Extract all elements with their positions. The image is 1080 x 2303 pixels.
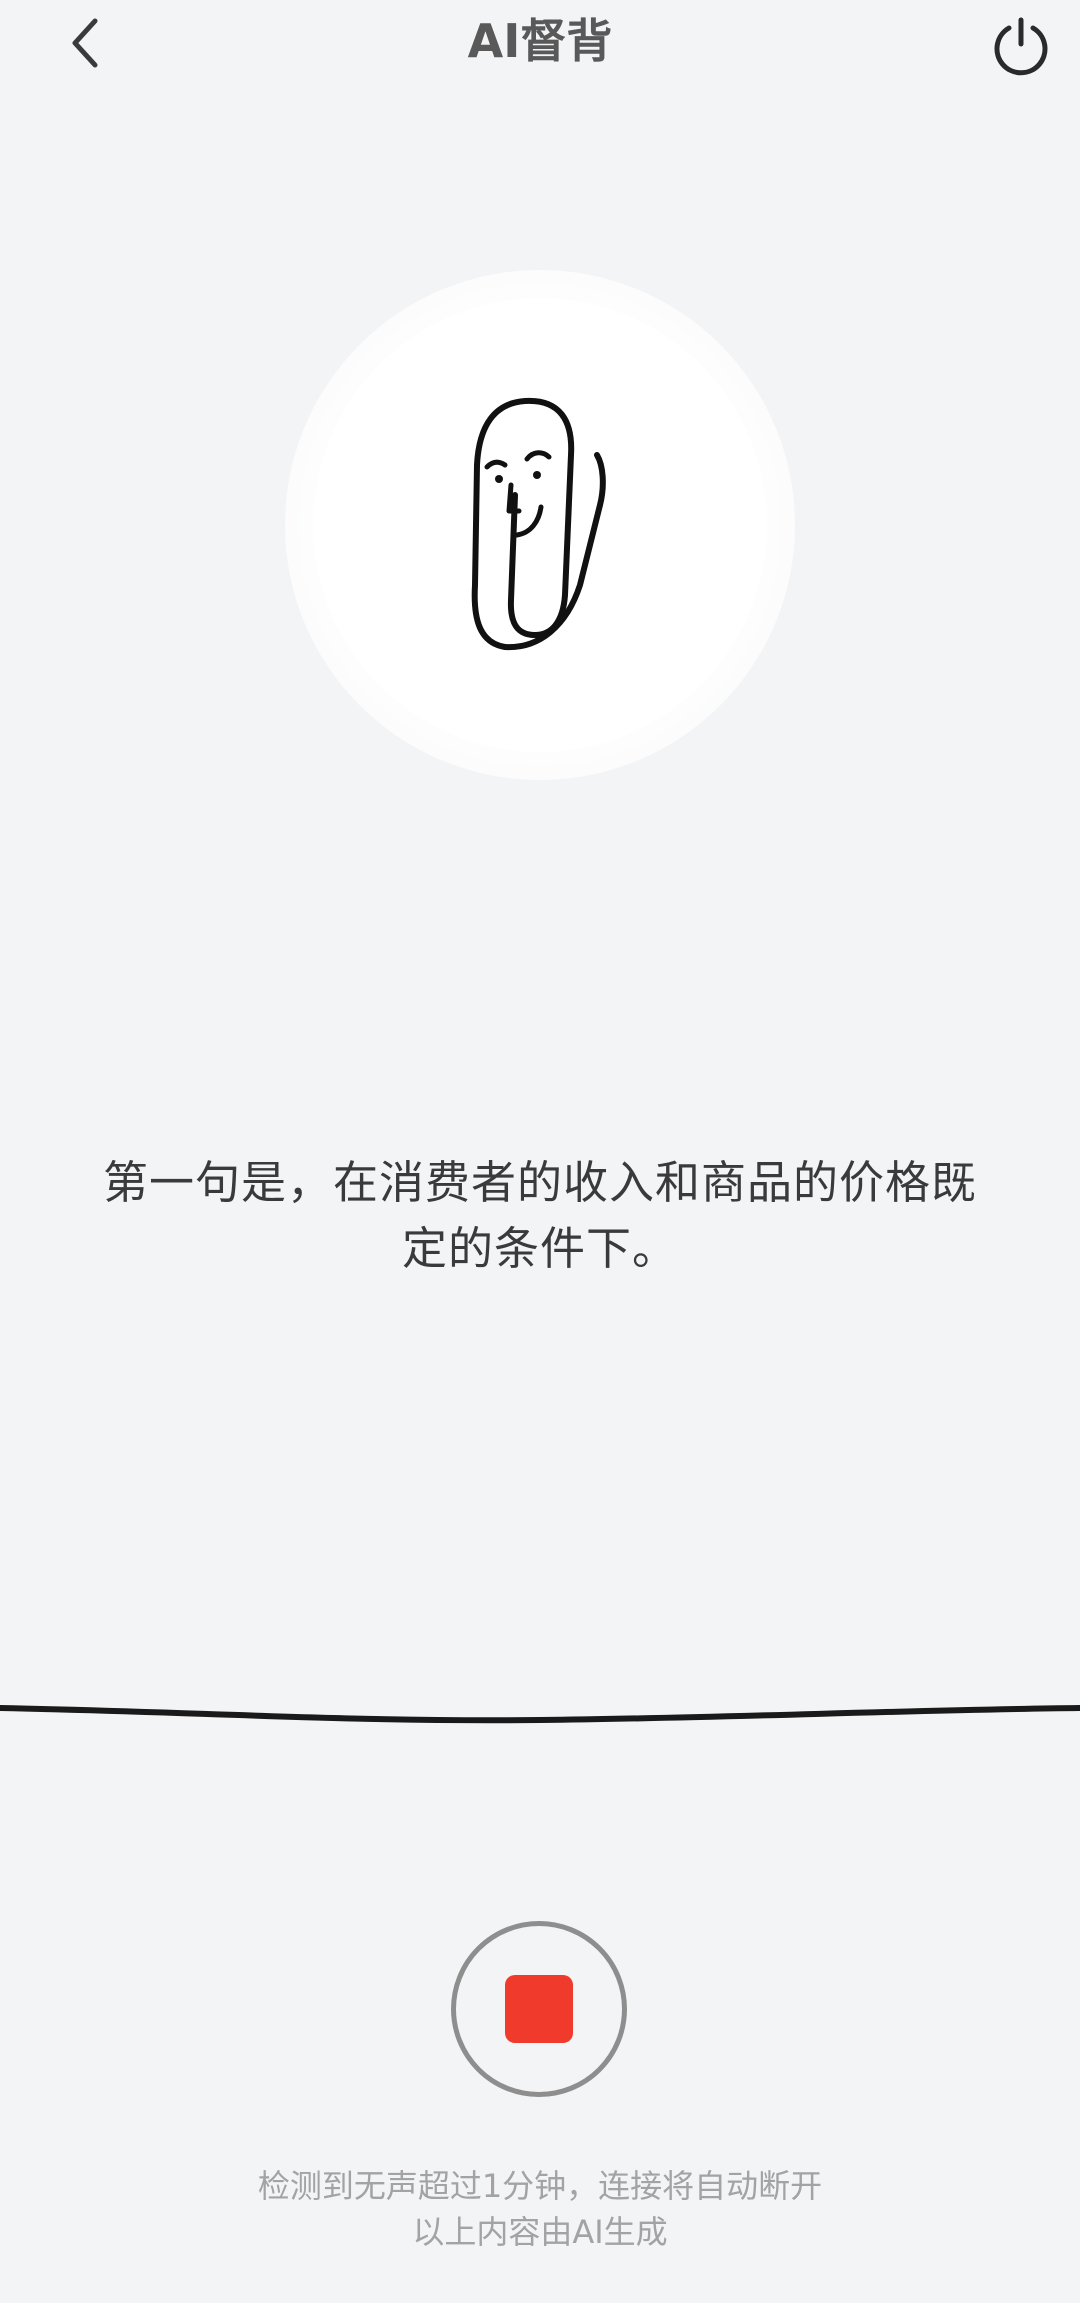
stop-button[interactable] (451, 1921, 627, 2097)
ai-generated-notice: 以上内容由AI生成 (412, 2213, 668, 2251)
top-bar: AI督背 (0, 0, 1080, 90)
assistant-avatar (313, 298, 767, 752)
stop-icon (505, 1975, 573, 2043)
power-button[interactable] (986, 10, 1056, 80)
footer-notice: 检测到无声超过1分钟，连接将自动断开 以上内容由AI生成 (0, 2163, 1080, 2255)
recited-sentence: 第一句是，在消费者的收入和商品的价格既定的条件下。 (102, 1156, 977, 1275)
power-icon (994, 17, 1048, 76)
page-title: AI督背 (467, 14, 613, 68)
ai-recitation-screen: AI督背 第一句是，在消费者的收入和商品的价格既定的条件下。 检测到无声超过1分… (0, 0, 1080, 2303)
paperclip-face-icon (471, 397, 606, 651)
voice-waveform (0, 1705, 1080, 1724)
silence-notice: 检测到无声超过1分钟，连接将自动断开 (257, 2167, 823, 2205)
